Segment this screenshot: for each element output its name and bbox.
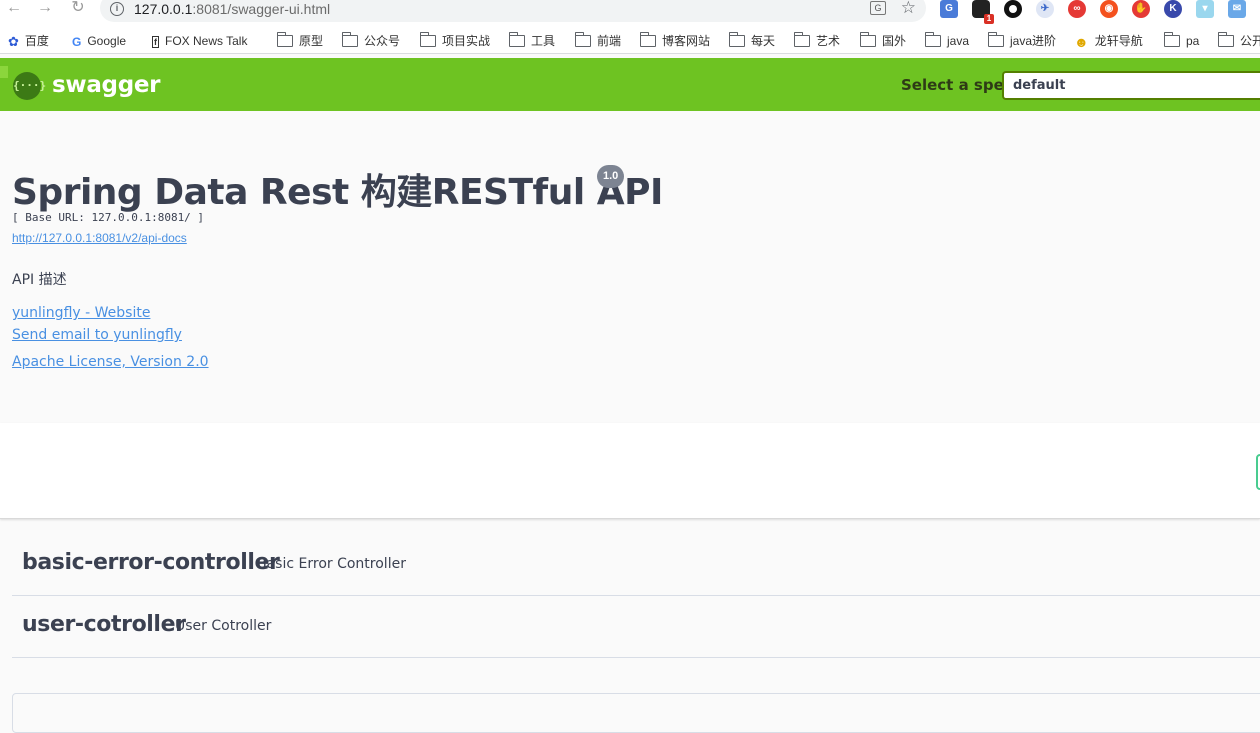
version-badge: 1.0 bbox=[597, 165, 625, 188]
folder-icon bbox=[574, 31, 591, 47]
base-url: [ Base URL: 127.0.0.1:8081/ ] bbox=[12, 211, 205, 224]
folder-icon bbox=[341, 31, 358, 47]
api-description: API 描述 bbox=[12, 272, 67, 288]
forward-arrow-icon[interactable]: → bbox=[35, 0, 55, 18]
folder-icon bbox=[1217, 31, 1234, 47]
bookmark-star-icon[interactable]: ☆ bbox=[901, 0, 916, 18]
notification-badge: 1 bbox=[984, 14, 994, 24]
translate-icon[interactable]: G bbox=[870, 1, 886, 15]
bookmark-folder-yuanxing[interactable]: 原型 bbox=[276, 31, 323, 50]
swagger-logo-icon[interactable]: {···} bbox=[13, 72, 46, 100]
tag-section-basic-error-controller[interactable]: basic-error-controller Basic Error Contr… bbox=[12, 534, 1260, 596]
bookmark-longxuan[interactable]: ☻ 龙轩导航 bbox=[1074, 32, 1143, 50]
models-section[interactable] bbox=[12, 693, 1260, 733]
tag-description: Basic Error Controller bbox=[257, 556, 406, 572]
address-bar[interactable]: i 127.0.0.1:8081/swagger-ui.html G ☆ bbox=[100, 0, 926, 22]
infinity-extension-icon[interactable]: ∞ bbox=[1068, 0, 1086, 18]
email-link[interactable]: Send email to yunlingfly bbox=[12, 327, 182, 343]
reload-icon[interactable]: ↻ bbox=[68, 0, 88, 18]
scheme-container bbox=[0, 423, 1260, 519]
folder-icon bbox=[639, 31, 656, 47]
website-link[interactable]: yunlingfly - Website bbox=[12, 305, 150, 321]
page-title: Spring Data Rest 构建RESTful API bbox=[12, 172, 663, 213]
notification-extension-icon[interactable]: 1 bbox=[972, 0, 994, 24]
swagger-logo-text[interactable]: swagger bbox=[52, 72, 161, 98]
bookmark-folder-java[interactable]: java bbox=[924, 31, 969, 50]
api-info-section: Spring Data Rest 构建RESTful API 1.0 [ Bas… bbox=[0, 111, 1260, 423]
folder-icon bbox=[924, 31, 941, 47]
bookmark-folder-gongkai[interactable]: 公开 bbox=[1217, 31, 1260, 50]
translate-extension-icon[interactable]: G bbox=[940, 0, 958, 18]
topbar-accent bbox=[0, 66, 8, 78]
bookmark-baidu[interactable]: ✿ 百度 bbox=[8, 32, 49, 50]
tag-section-user-cotroller[interactable]: user-cotroller User Cotroller bbox=[12, 596, 1260, 658]
folder-icon bbox=[793, 31, 810, 47]
cup-extension-icon[interactable]: ▾ bbox=[1196, 0, 1214, 18]
bookmark-folder-gongju[interactable]: 工具 bbox=[508, 31, 555, 50]
folder-icon bbox=[276, 31, 293, 47]
weibo-extension-icon[interactable]: ◉ bbox=[1100, 0, 1118, 18]
select-spec-label: Select a spec bbox=[901, 76, 1013, 94]
hand-extension-icon[interactable]: ✋ bbox=[1132, 0, 1150, 18]
bookmark-folder-qianduan[interactable]: 前端 bbox=[574, 31, 621, 50]
record-extension-icon[interactable] bbox=[1004, 0, 1022, 18]
bookmark-fox[interactable]: f FOX News Talk bbox=[152, 32, 247, 50]
google-icon: G bbox=[72, 34, 82, 49]
tag-name[interactable]: user-cotroller bbox=[22, 612, 186, 637]
tag-name[interactable]: basic-error-controller bbox=[22, 550, 280, 575]
bird-extension-icon[interactable]: ✈ bbox=[1036, 0, 1054, 18]
folder-icon bbox=[859, 31, 876, 47]
tag-description: User Cotroller bbox=[175, 618, 272, 634]
api-docs-link[interactable]: http://127.0.0.1:8081/v2/api-docs bbox=[12, 231, 187, 245]
bookmark-folder-guowai[interactable]: 国外 bbox=[859, 31, 906, 50]
swagger-topbar: {···} swagger Select a spec default bbox=[0, 58, 1260, 111]
spec-select-value: default bbox=[1013, 78, 1066, 93]
folder-icon bbox=[419, 31, 436, 47]
browser-toolbar: ← → ↻ i 127.0.0.1:8081/swagger-ui.html G… bbox=[0, 0, 1260, 28]
fox-icon: f bbox=[152, 35, 159, 48]
bookmark-google[interactable]: G Google bbox=[72, 32, 126, 50]
site-info-icon[interactable]: i bbox=[110, 2, 124, 16]
mail-extension-icon[interactable]: ✉ bbox=[1228, 0, 1246, 18]
folder-icon bbox=[508, 31, 525, 47]
longxuan-icon: ☻ bbox=[1074, 33, 1089, 50]
bookmark-folder-yishu[interactable]: 艺术 bbox=[793, 31, 840, 50]
bookmark-folder-java-advanced[interactable]: java进阶 bbox=[987, 31, 1056, 50]
bookmark-folder-boke[interactable]: 博客网站 bbox=[639, 31, 710, 50]
folder-icon bbox=[728, 31, 745, 47]
k-extension-icon[interactable]: K bbox=[1164, 0, 1182, 18]
url-text[interactable]: 127.0.0.1:8081/swagger-ui.html bbox=[134, 1, 330, 17]
bookmarks-bar: ✿ 百度 G Google f FOX News Talk 原型 公众号 项目实战 工… bbox=[0, 28, 1260, 54]
back-arrow-icon[interactable]: ← bbox=[4, 0, 24, 18]
license-link[interactable]: Apache License, Version 2.0 bbox=[12, 354, 209, 370]
bookmark-folder-xiangmu[interactable]: 项目实战 bbox=[419, 31, 490, 50]
spec-select[interactable]: default bbox=[1002, 71, 1260, 100]
folder-icon bbox=[1163, 31, 1180, 47]
bookmark-folder-pa[interactable]: pa bbox=[1163, 31, 1199, 50]
baidu-icon: ✿ bbox=[8, 33, 19, 49]
authorize-button[interactable] bbox=[1256, 454, 1260, 490]
bookmark-folder-gongzhonghao[interactable]: 公众号 bbox=[341, 31, 400, 50]
bookmark-folder-meitian[interactable]: 每天 bbox=[728, 31, 775, 50]
folder-icon bbox=[987, 31, 1004, 47]
